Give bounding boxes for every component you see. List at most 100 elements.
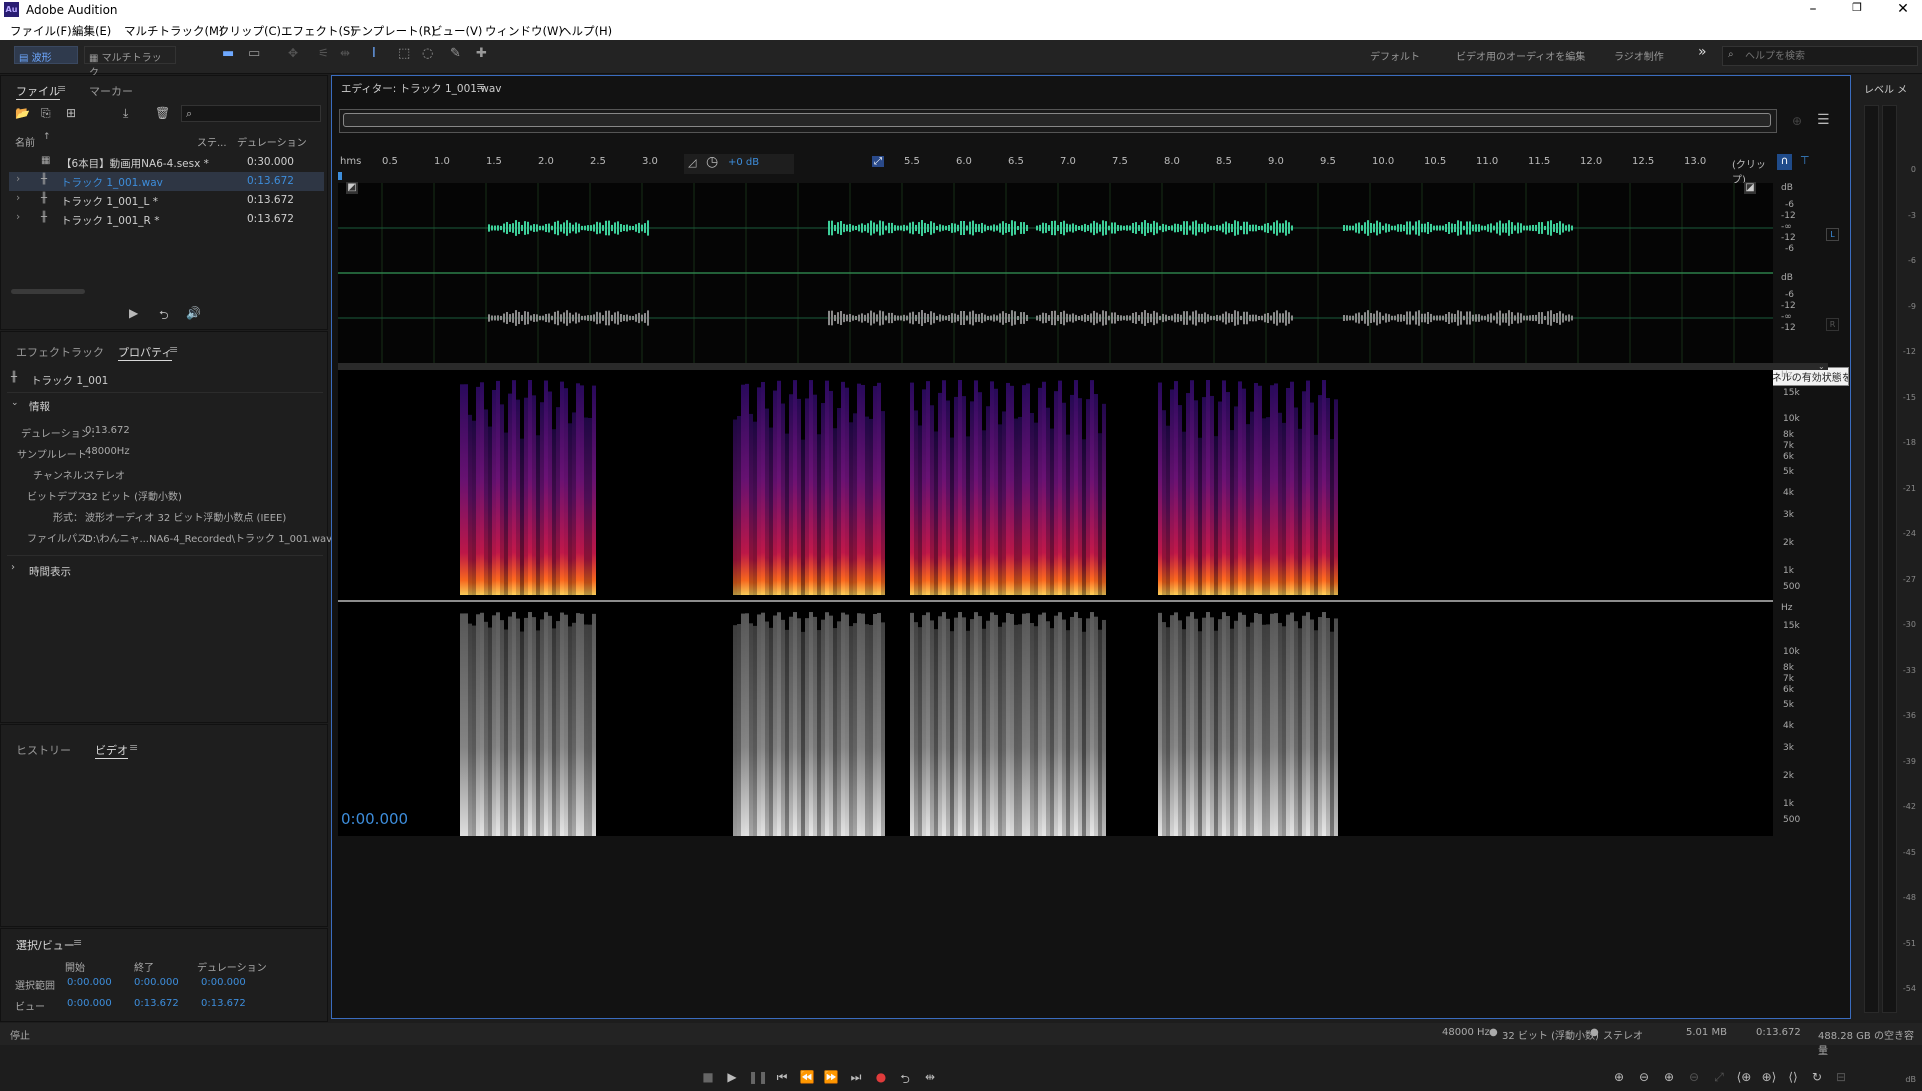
menu-effects[interactable]: エフェクト(S): [281, 23, 355, 39]
skip-to-end-icon[interactable]: ⏭: [847, 1070, 865, 1086]
selection-duration[interactable]: 0:00.000: [201, 977, 246, 988]
info-header[interactable]: 情報: [29, 399, 50, 414]
view-divider[interactable]: [338, 363, 1828, 370]
menu-edit[interactable]: 編集(E): [72, 23, 111, 39]
spectral-view-icon[interactable]: ▭: [248, 46, 260, 64]
delete-icon[interactable]: 🗑: [155, 106, 170, 120]
slip-tool-icon[interactable]: ⇹: [340, 46, 350, 64]
expand-arrow-icon[interactable]: ›: [16, 211, 20, 223]
tab-video[interactable]: ビデオ: [95, 742, 128, 759]
fade-in-handle-icon[interactable]: ◩: [346, 182, 358, 194]
display-options-icon[interactable]: ☰: [1817, 112, 1830, 128]
expand-arrow-icon[interactable]: ›: [16, 192, 20, 204]
zoom-in-amplitude-icon[interactable]: ⊕: [1792, 114, 1802, 128]
zoom-selection-icon[interactable]: ⟨⟩: [1784, 1070, 1802, 1086]
import-file-icon[interactable]: ⎘: [41, 106, 51, 121]
file-item-track-r[interactable]: › ╫ トラック 1_001_R * 0:13.672: [9, 210, 324, 229]
workspace-default[interactable]: デフォルト: [1370, 48, 1420, 66]
gain-value[interactable]: +0 dB: [728, 157, 759, 168]
time-selection-tool-icon[interactable]: I: [372, 46, 376, 64]
brush-tool-icon[interactable]: ✎: [450, 46, 461, 64]
help-search-input[interactable]: [1745, 48, 1913, 64]
panel-menu-icon[interactable]: ≡: [129, 741, 138, 754]
tab-files[interactable]: ファイル: [16, 83, 60, 100]
minimize-icon[interactable]: –: [1798, 1, 1828, 19]
collapse-arrow-icon[interactable]: ⌄: [1818, 362, 1825, 371]
file-item-track-l[interactable]: › ╫ トラック 1_001_L * 0:13.672: [9, 191, 324, 210]
zoom-out-amplitude-icon[interactable]: ⊖: [1635, 1070, 1653, 1086]
open-file-icon[interactable]: 📂: [15, 106, 30, 120]
zoom-out-full-icon[interactable]: ⊟: [1832, 1070, 1850, 1086]
new-file-icon[interactable]: ⊞: [66, 106, 76, 120]
skip-to-start-icon[interactable]: ⏮: [773, 1070, 791, 1086]
panel-menu-icon[interactable]: ≡: [169, 343, 178, 356]
menu-window[interactable]: ウィンドウ(W): [485, 23, 563, 39]
file-item-track-wav[interactable]: › ╫ トラック 1_001.wav 0:13.672: [9, 172, 324, 191]
overview-handle[interactable]: [343, 113, 1771, 127]
zoom-full-icon[interactable]: ⤢: [1710, 1070, 1728, 1086]
column-status[interactable]: ステ...: [197, 134, 227, 149]
pin-icon[interactable]: ⊤: [1800, 154, 1810, 167]
file-item-session[interactable]: ▦ 【6本目】動画用NA6-4.sesx * 0:30.000: [9, 153, 324, 172]
snap-icon[interactable]: ⤢: [872, 156, 884, 167]
fast-forward-icon[interactable]: ⏩: [822, 1070, 840, 1086]
view-duration[interactable]: 0:13.672: [201, 998, 246, 1009]
zoom-in-amplitude-icon[interactable]: ⊕: [1610, 1070, 1628, 1086]
expand-arrow-icon[interactable]: ›: [11, 562, 15, 573]
column-name[interactable]: 名前: [15, 134, 35, 149]
view-start[interactable]: 0:00.000: [67, 998, 112, 1009]
waveform-view-icon[interactable]: ▬: [222, 46, 234, 64]
collapse-arrow-icon[interactable]: ⌄: [11, 398, 19, 408]
insert-icon[interactable]: ⤓: [123, 106, 128, 121]
channel-r-toggle[interactable]: R: [1826, 318, 1839, 331]
panel-menu-icon[interactable]: ≡: [57, 82, 66, 95]
restore-icon[interactable]: ❐: [1842, 1, 1872, 19]
spectral-view[interactable]: [338, 370, 1773, 836]
skip-selection-icon[interactable]: ⇹: [921, 1070, 939, 1086]
zoom-in-at-end-icon[interactable]: ⊕⟩: [1760, 1070, 1778, 1086]
column-duration[interactable]: デュレーション: [237, 134, 307, 149]
timecode-display[interactable]: 0:00.000: [341, 810, 408, 828]
workspace-video-audio[interactable]: ビデオ用のオーディオを編集: [1456, 48, 1585, 66]
fade-out-handle-icon[interactable]: ◪: [1744, 182, 1756, 194]
menu-multitrack[interactable]: マルチトラック(M): [124, 23, 223, 39]
loop-playback-icon[interactable]: ⮌: [896, 1070, 914, 1086]
zoom-in-at-start-icon[interactable]: ⟨⊕: [1735, 1070, 1753, 1086]
stop-icon[interactable]: ■: [699, 1070, 717, 1086]
waveform-view[interactable]: [338, 183, 1773, 363]
workspace-radio[interactable]: ラジオ制作: [1614, 48, 1664, 66]
record-icon[interactable]: ●: [872, 1070, 890, 1086]
multitrack-mode-button[interactable]: ▦ マルチトラック: [84, 46, 176, 79]
files-scrollbar[interactable]: [11, 289, 85, 294]
menu-help[interactable]: ヘルプ(H): [560, 23, 612, 39]
gain-knob-icon[interactable]: ◷: [706, 154, 718, 170]
tab-markers[interactable]: マーカー: [89, 83, 133, 99]
overview-zoom-bar[interactable]: [339, 109, 1777, 133]
waveform-mode-button[interactable]: ▤ 波形: [14, 46, 78, 64]
lasso-tool-icon[interactable]: ◌: [422, 46, 433, 64]
headphone-icon[interactable]: ∩: [1777, 154, 1792, 170]
pause-icon[interactable]: ❚❚: [748, 1070, 768, 1086]
rewind-icon[interactable]: ⏪: [798, 1070, 816, 1086]
tab-effects-rack[interactable]: エフェクトラック: [16, 344, 104, 360]
razor-tool-icon[interactable]: ⚟: [318, 46, 329, 64]
time-display-header[interactable]: 時間表示: [29, 564, 71, 579]
time-ruler[interactable]: hms (クリップ) 0.51.01.52.02.53.03.54.05.56.…: [338, 156, 1778, 186]
menu-file[interactable]: ファイル(F): [10, 23, 72, 39]
selection-end[interactable]: 0:00.000: [134, 977, 179, 988]
play-icon[interactable]: ▶: [723, 1070, 741, 1086]
tab-properties[interactable]: プロパティ: [118, 344, 173, 361]
marquee-tool-icon[interactable]: ⬚: [398, 46, 410, 64]
zoom-out-time-icon[interactable]: ⊖: [1685, 1070, 1703, 1086]
move-tool-icon[interactable]: ✥: [288, 46, 298, 64]
play-preview-icon[interactable]: ▶: [129, 306, 138, 320]
panel-menu-icon[interactable]: ≡: [73, 936, 82, 949]
view-end[interactable]: 0:13.672: [134, 998, 179, 1009]
selection-start[interactable]: 0:00.000: [67, 977, 112, 988]
channel-l-toggle[interactable]: L: [1826, 228, 1839, 241]
menu-template[interactable]: テンプレート(R): [350, 23, 436, 39]
help-search[interactable]: ⌕: [1722, 46, 1918, 66]
loop-preview-icon[interactable]: ⮌: [159, 306, 169, 327]
expand-arrow-icon[interactable]: ›: [16, 173, 20, 185]
more-workspaces-icon[interactable]: »: [1698, 44, 1707, 62]
